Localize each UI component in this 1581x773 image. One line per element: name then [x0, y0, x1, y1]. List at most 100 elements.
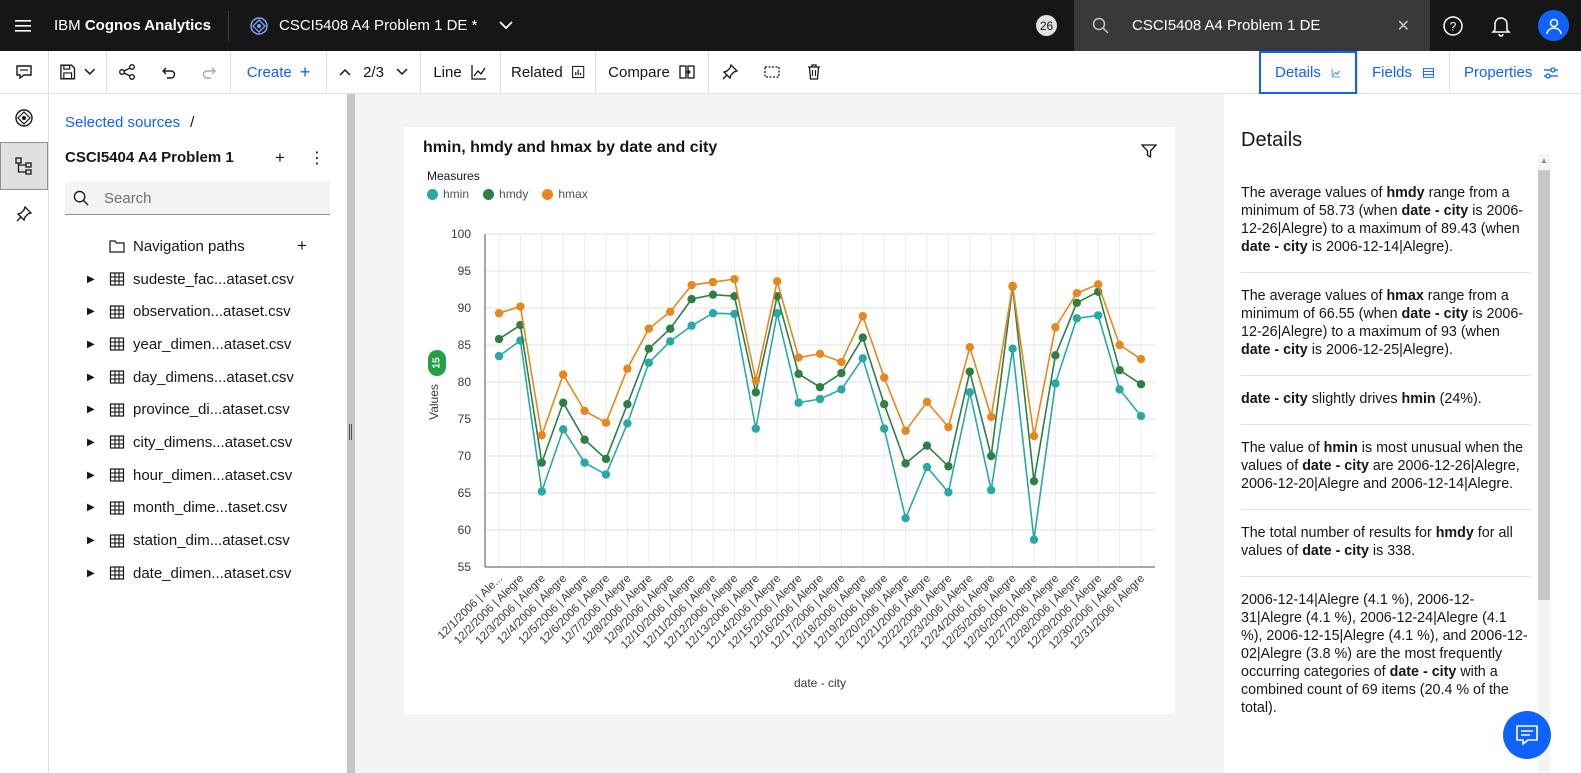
expand-caret-icon[interactable]: ▶: [87, 568, 95, 579]
data-point-hmin: [1094, 311, 1103, 320]
source-table-item[interactable]: ▶ station_dim...ataset.csv: [49, 524, 347, 557]
source-table-label: month_dime...taset.csv: [133, 499, 288, 517]
chevron-down-icon[interactable]: [499, 21, 514, 30]
source-table-label: observation...ataset.csv: [133, 303, 291, 321]
tab-details[interactable]: Details: [1259, 51, 1357, 94]
undo-button[interactable]: [147, 51, 189, 94]
insight-block: date - city slightly drives hmin (24%).: [1241, 382, 1530, 425]
chat-assistant-button[interactable]: [1503, 711, 1551, 759]
details-scrollbar[interactable]: ▲: [1538, 154, 1550, 773]
related-button[interactable]: Related: [501, 50, 596, 94]
search-input[interactable]: CSCI5408 A4 Problem 1 DE: [1132, 17, 1320, 34]
expand-caret-icon[interactable]: ▶: [87, 274, 95, 285]
save-button[interactable]: [49, 50, 107, 94]
chevron-down-icon[interactable]: [84, 68, 96, 76]
chevron-up-icon[interactable]: [339, 68, 351, 76]
source-search-field[interactable]: Search: [65, 182, 330, 215]
expand-caret-icon[interactable]: ▶: [87, 372, 95, 383]
expand-caret-icon[interactable]: ▶: [87, 306, 95, 317]
pin-button[interactable]: [709, 51, 751, 94]
hamburger-menu-icon[interactable]: [0, 0, 46, 51]
compare-button[interactable]: Compare: [596, 50, 709, 94]
tab-details-label: Details: [1275, 64, 1321, 81]
visualization-card[interactable]: hmin, hmdy and hmax by date and city Mea…: [404, 127, 1175, 714]
data-point-hmax: [751, 376, 760, 385]
source-table-item[interactable]: ▶ sudeste_fac...ataset.csv: [49, 263, 347, 296]
expand-caret-icon[interactable]: ▶: [87, 339, 95, 350]
notifications-bell-icon[interactable]: [1488, 13, 1514, 39]
source-table-item[interactable]: ▶ city_dimens...ataset.csv: [49, 426, 347, 459]
close-icon[interactable]: ✕: [1397, 16, 1410, 36]
panel-splitter[interactable]: [347, 94, 355, 773]
data-point-hmin: [944, 488, 953, 497]
scrollbar-thumb[interactable]: [1538, 170, 1550, 600]
create-button[interactable]: Create +: [231, 50, 327, 94]
data-point-hmax: [687, 280, 696, 290]
source-table-item[interactable]: ▶ hour_dimen...ataset.csv: [49, 459, 347, 492]
pin-icon: [16, 205, 33, 222]
exploration-icon: [250, 16, 268, 35]
insight-block: 2006-12-14|Alegre (4.1 %), 2006-12-31|Al…: [1241, 583, 1530, 733]
data-point-hmax: [708, 277, 718, 287]
undo-icon: [162, 67, 176, 79]
user-avatar-icon[interactable]: [1538, 10, 1569, 41]
source-table-item[interactable]: ▶ date_dimen...ataset.csv: [49, 557, 347, 590]
delete-button[interactable]: [793, 51, 835, 94]
data-point-hmax: [922, 397, 932, 407]
insight-field-name: date - city: [1241, 342, 1308, 358]
redo-button[interactable]: [189, 50, 231, 94]
data-point-hmax: [1072, 289, 1081, 298]
insight-field-name: date - city: [1241, 391, 1308, 407]
expand-caret-icon[interactable]: ▶: [87, 437, 95, 448]
insight-text: The average values of: [1241, 288, 1387, 304]
data-point-hmax: [580, 406, 589, 416]
table-icon: [109, 337, 125, 352]
table-icon: [109, 403, 125, 417]
select-area-button[interactable]: [751, 51, 793, 94]
overflow-menu-icon[interactable]: ⋮: [309, 148, 325, 168]
x-axis-title: date - city: [794, 676, 846, 690]
data-tree-rail-button[interactable]: [0, 142, 48, 190]
data-point-hmdy: [965, 367, 974, 376]
add-navigation-path-icon[interactable]: +: [297, 236, 307, 256]
data-point-hmax: [1115, 340, 1124, 350]
exploration-rail-button[interactable]: [0, 94, 48, 142]
expand-caret-icon[interactable]: ▶: [87, 502, 95, 513]
global-search-field[interactable]: CSCI5408 A4 Problem 1 DE ✕: [1074, 0, 1430, 51]
expand-caret-icon[interactable]: ▶: [87, 535, 95, 546]
share-button[interactable]: [107, 51, 147, 94]
source-table-item[interactable]: ▶ month_dime...taset.csv: [49, 492, 347, 525]
exploration-icon: [15, 109, 33, 127]
tab-properties[interactable]: Properties: [1449, 51, 1581, 94]
expand-caret-icon[interactable]: ▶: [87, 404, 95, 415]
data-point-hmdy: [837, 368, 846, 378]
source-table-item[interactable]: ▶ year_dimen...ataset.csv: [49, 328, 347, 361]
source-table-item[interactable]: ▶ province_di...ataset.csv: [49, 393, 347, 426]
source-table-label: sudeste_fac...ataset.csv: [133, 270, 294, 288]
data-point-hmax: [537, 431, 546, 440]
pins-rail-button[interactable]: [0, 190, 48, 238]
help-icon[interactable]: ?: [1440, 13, 1466, 39]
breadcrumb: Selected sources /: [65, 114, 194, 131]
y-tick-label: 95: [458, 264, 472, 278]
add-source-icon[interactable]: +: [275, 148, 285, 168]
source-table-item[interactable]: ▶ day_dimens...ataset.csv: [49, 361, 347, 394]
report-title-menu[interactable]: CSCI5408 A4 Problem 1 DE *: [249, 16, 514, 36]
chevron-down-icon[interactable]: [396, 68, 408, 76]
breadcrumb-selected-sources[interactable]: Selected sources: [65, 114, 180, 131]
comment-button[interactable]: [0, 50, 49, 94]
canvas: hmin, hmdy and hmax by date and city Mea…: [355, 94, 1224, 773]
data-point-hmdy: [1115, 365, 1124, 375]
expand-caret-icon[interactable]: ▶: [87, 470, 95, 481]
notification-count-badge[interactable]: 26: [1036, 15, 1057, 36]
scroll-up-icon[interactable]: ▲: [1540, 156, 1548, 165]
navigation-paths-item[interactable]: Navigation paths +: [49, 230, 347, 263]
table-icon: [109, 305, 125, 319]
tab-fields[interactable]: Fields: [1357, 51, 1449, 94]
source-tree: Navigation paths + ▶ sudeste_fac...ataset…: [49, 230, 347, 590]
search-input[interactable]: Search: [104, 190, 152, 207]
splitter-grip-icon[interactable]: [349, 424, 352, 440]
source-table-item[interactable]: ▶ observation...ataset.csv: [49, 295, 347, 328]
insight-text: The value of: [1241, 440, 1324, 456]
visualization-type-button[interactable]: Line: [421, 50, 501, 94]
